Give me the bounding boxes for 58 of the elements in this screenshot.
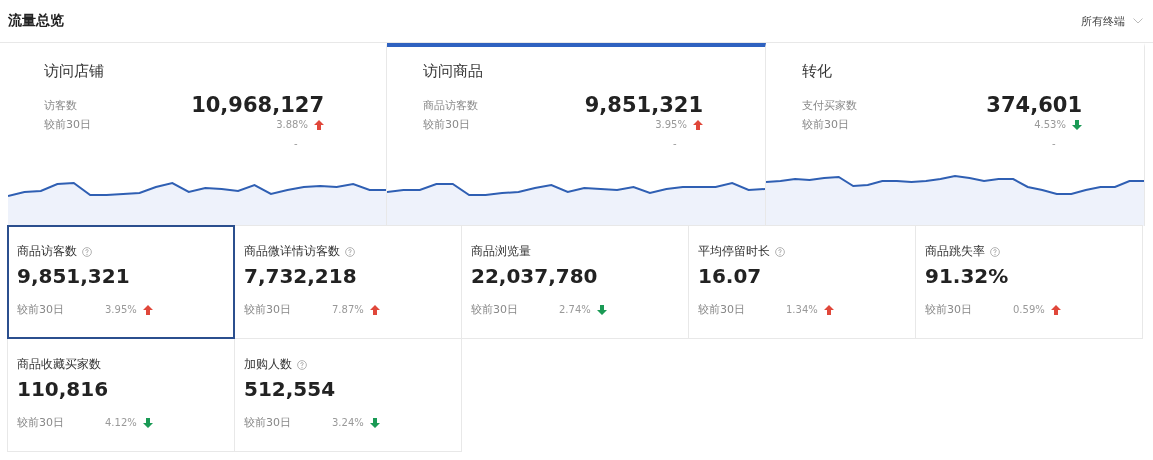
metric-value: 374,601 <box>986 93 1082 117</box>
tab-title: 访问商品 <box>423 62 483 81</box>
metric-card[interactable]: 平均停留时长 16.07 较前30日 1.34% <box>688 225 916 339</box>
change-percent: 3.95% <box>655 119 687 130</box>
metric-card[interactable]: 商品浏览量 22,037,780 较前30日 2.74% <box>461 225 689 339</box>
page-title: 流量总览 <box>8 12 64 30</box>
metric-value: 10,968,127 <box>191 93 324 117</box>
change-percent: 7.87% <box>332 304 364 315</box>
compare-label: 较前30日 <box>244 415 292 430</box>
metric-value: 110,816 <box>17 377 109 401</box>
note-text: - <box>673 138 677 149</box>
compare-label: 较前30日 <box>423 117 470 132</box>
tab-title: 转化 <box>802 62 832 81</box>
metric-card[interactable]: 商品访客数 9,851,321 较前30日 3.95% <box>7 225 235 339</box>
metric-card[interactable]: 商品跳失率 91.32% 较前30日 0.59% <box>915 225 1143 339</box>
compare-label: 较前30日 <box>244 302 292 317</box>
compare-label: 较前30日 <box>471 302 519 317</box>
terminal-dropdown[interactable]: 所有终端 <box>1081 13 1143 29</box>
compare-label: 较前30日 <box>17 302 65 317</box>
metric-name: 加购人数 <box>244 356 292 373</box>
metric-value: 16.07 <box>698 264 762 288</box>
metric-value: 91.32% <box>925 264 1009 288</box>
overview-tab[interactable]: 访问商品 商品访客数 9,851,321 较前30日 3.95% - <box>387 43 766 226</box>
metric-name: 商品跳失率 <box>925 243 985 260</box>
change-percent: 2.74% <box>559 304 591 315</box>
change-percent: 0.59% <box>1013 304 1045 315</box>
metric-value: 512,554 <box>244 377 336 401</box>
metric-value: 7,732,218 <box>244 264 357 288</box>
metric-value: 9,851,321 <box>17 264 130 288</box>
compare-label: 较前30日 <box>698 302 746 317</box>
note-text: - <box>1052 138 1056 149</box>
change-percent: 3.95% <box>105 304 137 315</box>
metric-name: 商品访客数 <box>17 243 77 260</box>
overview-tab[interactable]: 访问店铺 访客数 10,968,127 较前30日 3.88% - <box>8 43 387 226</box>
metric-name: 商品微详情访客数 <box>244 243 340 260</box>
metric-name: 平均停留时长 <box>698 243 770 260</box>
compare-label: 较前30日 <box>17 415 65 430</box>
compare-label: 较前30日 <box>44 117 91 132</box>
change-percent: 4.12% <box>105 417 137 428</box>
compare-label: 较前30日 <box>925 302 973 317</box>
metric-value: 22,037,780 <box>471 264 598 288</box>
change-percent: 4.53% <box>1034 119 1066 130</box>
metric-label: 访客数 <box>44 97 77 113</box>
tab-title: 访问店铺 <box>44 62 104 81</box>
note-text: - <box>294 138 298 149</box>
metric-label: 商品访客数 <box>423 97 478 113</box>
metric-value: 9,851,321 <box>584 93 703 117</box>
overview-tab[interactable]: 转化 支付买家数 374,601 较前30日 4.53% - <box>766 43 1145 226</box>
metric-name: 商品收藏买家数 <box>17 356 101 373</box>
change-percent: 1.34% <box>786 304 818 315</box>
change-percent: 3.24% <box>332 417 364 428</box>
change-percent: 3.88% <box>276 119 308 130</box>
chevron-down-icon <box>1133 18 1143 24</box>
metric-card[interactable]: 加购人数 512,554 较前30日 3.24% <box>234 338 462 452</box>
metric-card[interactable]: 商品收藏买家数 110,816 较前30日 4.12% <box>7 338 235 452</box>
compare-label: 较前30日 <box>802 117 849 132</box>
metric-label: 支付买家数 <box>802 97 857 113</box>
metric-name: 商品浏览量 <box>471 243 531 260</box>
